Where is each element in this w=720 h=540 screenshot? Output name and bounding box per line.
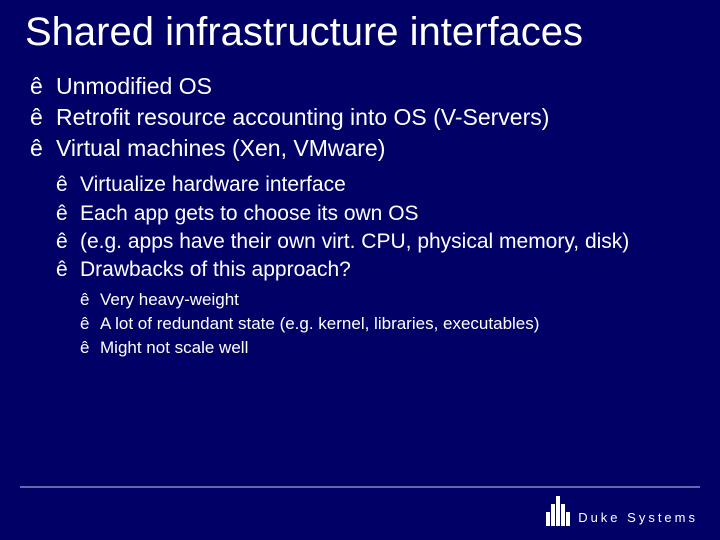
list-item: Drawbacks of this approach? — [56, 257, 700, 283]
footer-brand-text: Duke Systems — [578, 510, 698, 526]
bullet-list-level2: Virtualize hardware interface Each app g… — [56, 172, 700, 283]
bullet-list-level3: Very heavy-weight A lot of redundant sta… — [80, 289, 700, 359]
list-item: (e.g. apps have their own virt. CPU, phy… — [56, 229, 700, 255]
footer-divider — [20, 486, 700, 488]
duke-chapel-icon — [546, 496, 570, 526]
footer-logo: Duke Systems — [546, 496, 698, 526]
list-item: Virtual machines (Xen, VMware) — [30, 134, 700, 163]
list-item: A lot of redundant state (e.g. kernel, l… — [80, 313, 700, 335]
list-item: Might not scale well — [80, 337, 700, 359]
slide-title: Shared infrastructure interfaces — [25, 10, 700, 54]
bullet-list-level1: Unmodified OS Retrofit resource accounti… — [30, 72, 700, 162]
list-item: Unmodified OS — [30, 72, 700, 101]
list-item: Each app gets to choose its own OS — [56, 201, 700, 227]
slide: Shared infrastructure interfaces Unmodif… — [0, 0, 720, 540]
list-item: Virtualize hardware interface — [56, 172, 700, 198]
list-item: Retrofit resource accounting into OS (V-… — [30, 103, 700, 132]
list-item: Very heavy-weight — [80, 289, 700, 311]
